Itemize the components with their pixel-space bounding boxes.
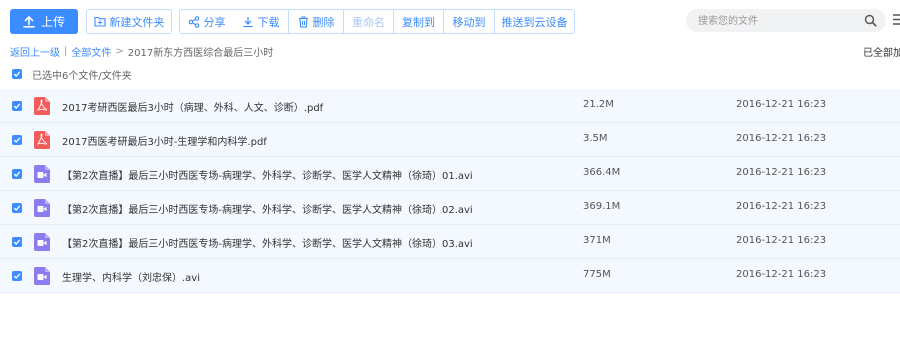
file-row[interactable]: 生理学、内科学（刘忠保）.avi 775M 2016-12-21 16:23: [0, 259, 900, 293]
search-box: [686, 9, 886, 32]
share-button[interactable]: 分享: [179, 9, 234, 34]
video-icon: [34, 165, 50, 183]
file-modified-date: 2016-12-21 16:23: [736, 269, 827, 280]
file-name[interactable]: 生理学、内科学（刘忠保）.avi: [62, 269, 200, 284]
list-view-menu-icon[interactable]: [893, 14, 900, 28]
file-name[interactable]: 【第2次直播】最后三小时西医专场-病理学、外科学、诊断学、医学人文精神（徐琦）0…: [62, 167, 473, 182]
file-checkbox[interactable]: [12, 101, 22, 111]
file-checkbox[interactable]: [12, 237, 22, 247]
video-icon: [34, 199, 50, 217]
breadcrumb: 返回上一级 | 全部文件 > 2017新东方西医综合最后三小时: [10, 44, 274, 59]
file-modified-date: 2016-12-21 16:23: [736, 99, 827, 110]
breadcrumb-separator: >: [115, 45, 124, 57]
upload-icon: [23, 15, 35, 28]
file-row[interactable]: 【第2次直播】最后三小时西医专场-病理学、外科学、诊断学、医学人文精神（徐琦）0…: [0, 225, 900, 259]
video-icon: [34, 267, 50, 285]
push-to-device-label: 推送到云设备: [501, 15, 568, 29]
file-row[interactable]: 2017西医考研最后3小时-生理学和内科学.pdf 3.5M 2016-12-21 …: [0, 123, 900, 157]
delete-label: 删除: [312, 15, 335, 29]
selection-count-label: 已选中6个文件/文件夹: [32, 71, 132, 82]
file-name[interactable]: 【第2次直播】最后三小时西医专场-病理学、外科学、诊断学、医学人文精神（徐琦）0…: [62, 235, 473, 250]
download-label: 下载: [257, 15, 280, 29]
toolbar: 上传 新建文件夹 分享 下载 删除 重命名 复制到 移动到 推送到云设备: [0, 0, 900, 40]
file-modified-date: 2016-12-21 16:23: [736, 133, 827, 144]
move-to-button[interactable]: 移动到: [444, 9, 495, 34]
file-row[interactable]: 【第2次直播】最后三小时西医专场-病理学、外科学、诊断学、医学人文精神（徐琦）0…: [0, 157, 900, 191]
breadcrumb-separator: |: [64, 45, 68, 57]
file-size: 369.1M: [583, 201, 621, 212]
download-button[interactable]: 下载: [233, 9, 289, 34]
copy-to-label: 复制到: [402, 15, 435, 29]
share-label: 分享: [203, 15, 226, 29]
file-modified-date: 2016-12-21 16:23: [736, 167, 827, 178]
file-name[interactable]: 2017考研西医最后3小时（病理、外科、人文、诊断）.pdf: [62, 99, 323, 114]
pdf-icon: [34, 131, 50, 149]
file-row[interactable]: 【第2次直播】最后三小时西医专场-病理学、外科学、诊断学、医学人文精神（徐琦）0…: [0, 191, 900, 225]
trash-icon: [298, 15, 309, 28]
video-icon: [34, 233, 50, 251]
all-files-link[interactable]: 全部文件: [71, 44, 111, 59]
rename-button[interactable]: 重命名: [344, 9, 394, 34]
pdf-icon: [34, 97, 50, 115]
new-folder-button[interactable]: 新建文件夹: [86, 9, 172, 34]
push-to-device-button[interactable]: 推送到云设备: [495, 9, 575, 34]
search-icon[interactable]: [864, 14, 877, 30]
file-modified-date: 2016-12-21 16:23: [736, 235, 827, 246]
file-size: 3.5M: [583, 133, 608, 144]
search-input[interactable]: [696, 12, 850, 30]
file-size: 775M: [583, 269, 611, 280]
new-folder-icon: [93, 16, 106, 27]
back-link[interactable]: 返回上一级: [10, 44, 60, 59]
file-checkbox[interactable]: [12, 169, 22, 179]
file-size: 371M: [583, 235, 611, 246]
copy-to-button[interactable]: 复制到: [394, 9, 444, 34]
current-folder: 2017新东方西医综合最后三小时: [127, 47, 274, 59]
file-checkbox[interactable]: [12, 135, 22, 145]
new-folder-label: 新建文件夹: [109, 15, 165, 29]
file-row[interactable]: 2017考研西医最后3小时（病理、外科、人文、诊断）.pdf 21.2M 2016-…: [0, 89, 900, 123]
upload-button[interactable]: 上传: [10, 9, 78, 34]
file-checkbox[interactable]: [12, 203, 22, 213]
upload-label: 上传: [40, 15, 65, 29]
share-icon: [188, 15, 200, 28]
download-icon: [242, 16, 254, 28]
file-list: 2017考研西医最后3小时（病理、外科、人文、诊断）.pdf 21.2M 2016-…: [0, 89, 900, 293]
file-size: 21.2M: [583, 99, 614, 110]
select-all-checkbox[interactable]: [12, 69, 22, 79]
delete-button[interactable]: 删除: [289, 9, 344, 34]
loaded-all-status: 已全部加: [863, 48, 900, 59]
file-checkbox[interactable]: [12, 271, 22, 281]
rename-label: 重命名: [352, 15, 385, 29]
file-size: 366.4M: [583, 167, 621, 178]
file-name[interactable]: 2017西医考研最后3小时-生理学和内科学.pdf: [62, 133, 267, 148]
file-modified-date: 2016-12-21 16:23: [736, 201, 827, 212]
file-name[interactable]: 【第2次直播】最后三小时西医专场-病理学、外科学、诊断学、医学人文精神（徐琦）0…: [62, 201, 473, 216]
move-to-label: 移动到: [452, 15, 486, 29]
